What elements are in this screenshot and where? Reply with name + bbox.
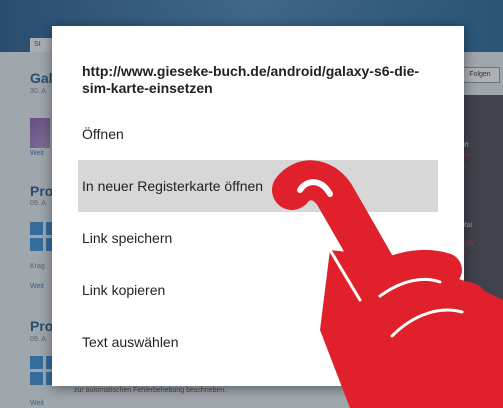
menu-item-save-link[interactable]: Link speichern <box>78 212 438 264</box>
link-url-title: http://www.gieseke-buch.de/android/galax… <box>82 63 420 96</box>
menu-item-open-in-new-tab[interactable]: In neuer Registerkarte öffnen <box>78 160 438 212</box>
menu-item-copy-link[interactable]: Link kopieren <box>78 264 438 316</box>
menu-item-open[interactable]: Öffnen <box>78 108 438 160</box>
menu-item-select-text[interactable]: Text auswählen <box>78 316 438 368</box>
link-context-menu: http://www.gieseke-buch.de/android/galax… <box>52 26 464 386</box>
